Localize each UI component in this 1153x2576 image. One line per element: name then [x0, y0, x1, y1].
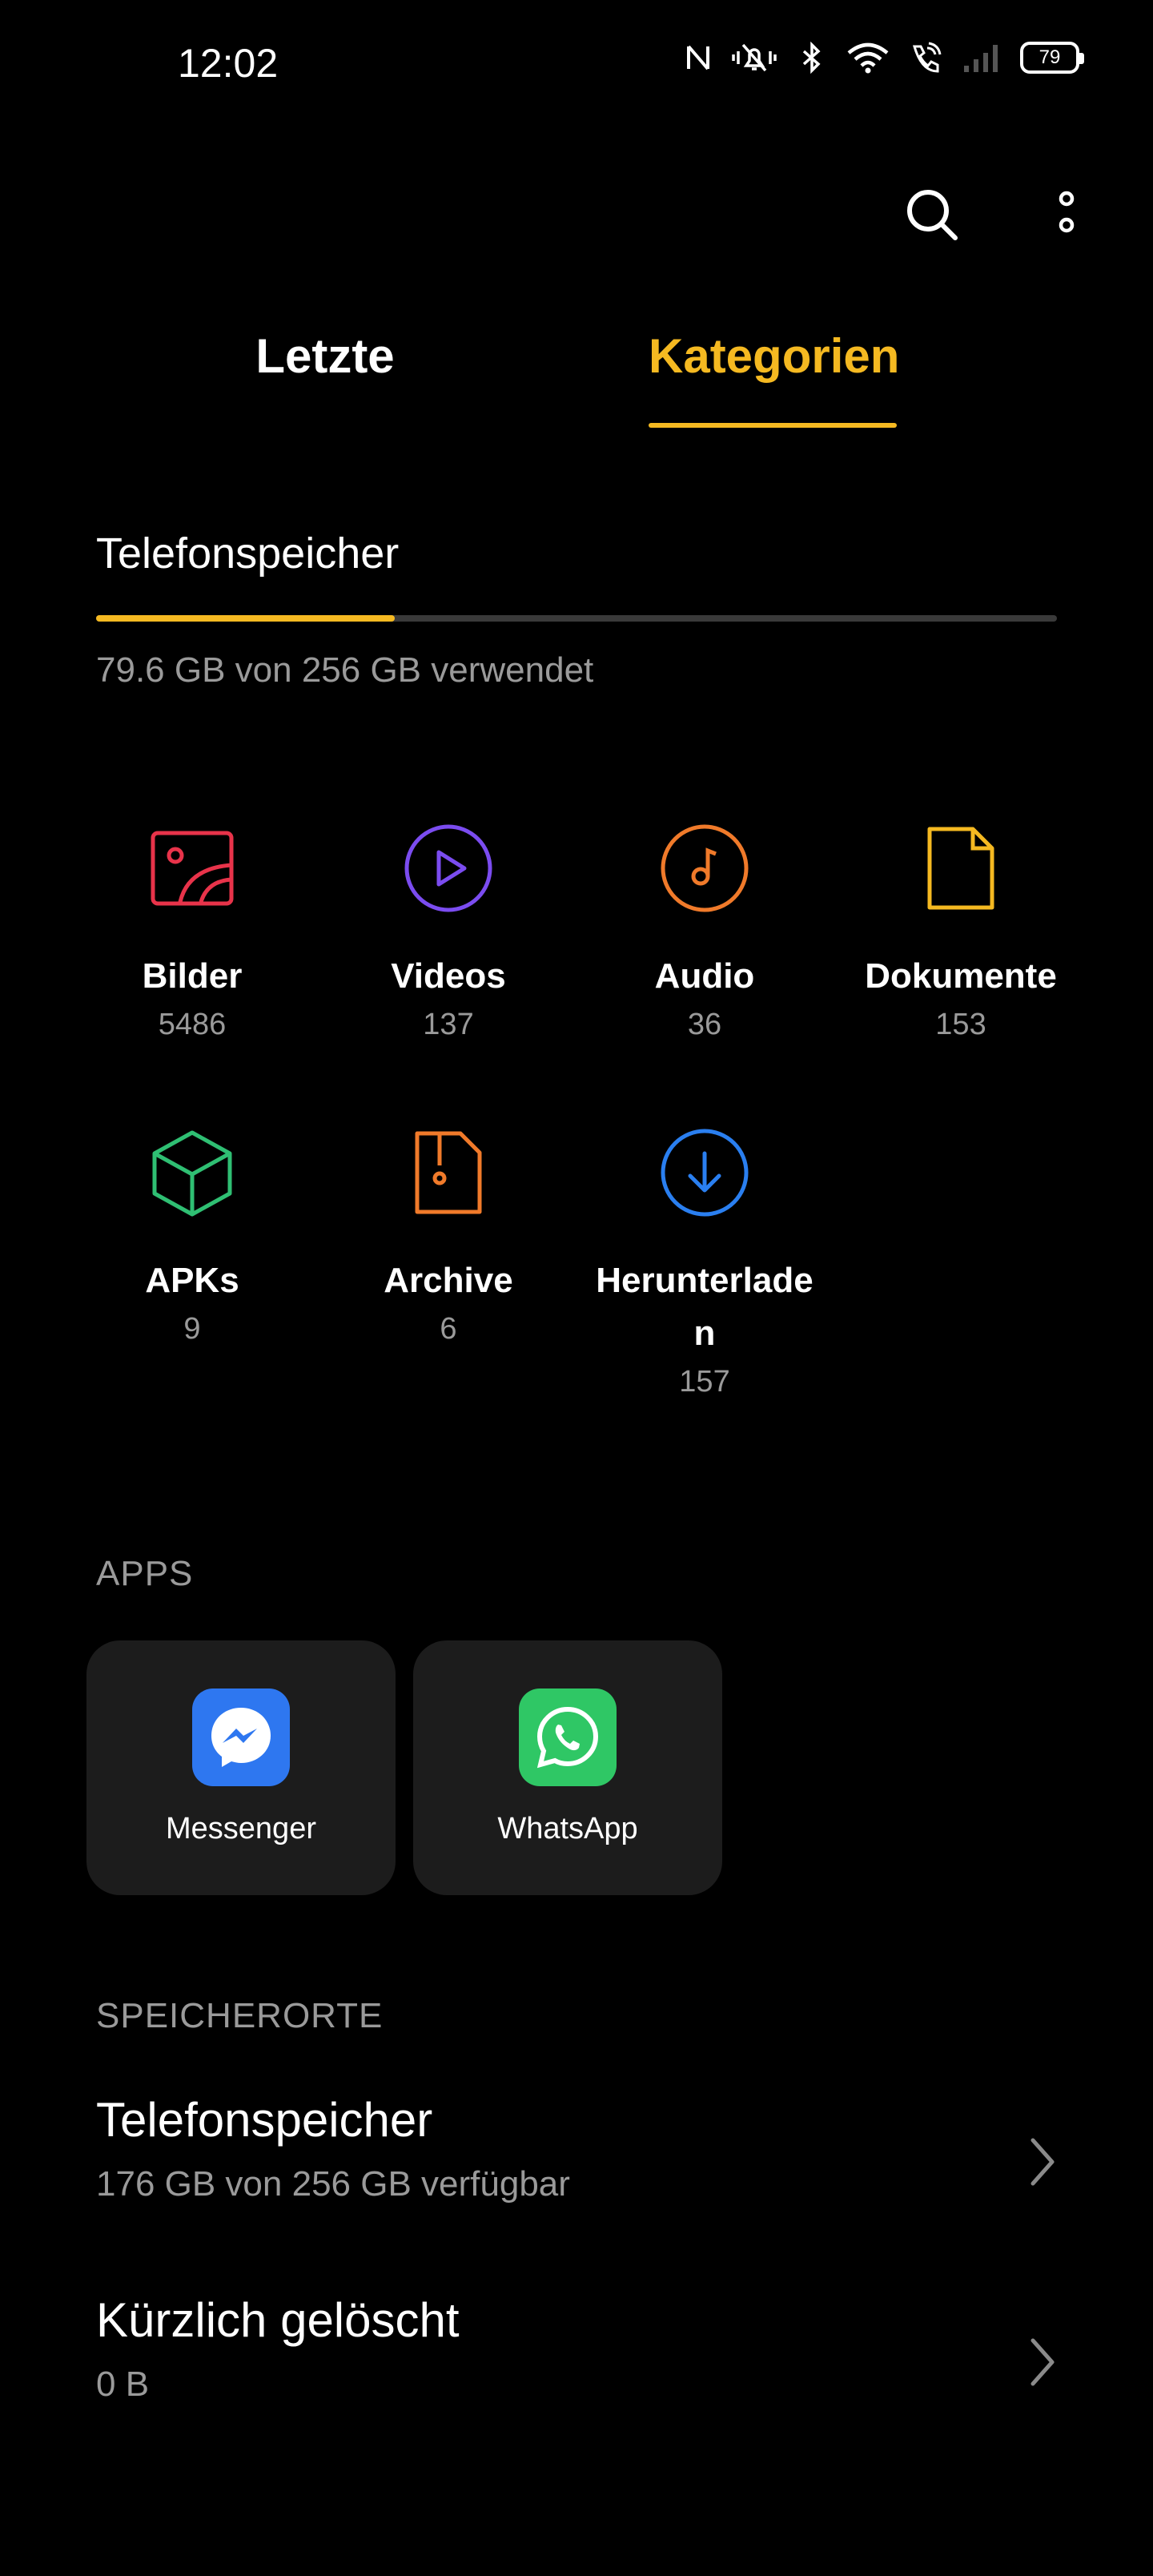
status-icons: 79 [684, 42, 1084, 74]
category-count: 36 [687, 1008, 722, 1041]
download-circle-icon [657, 1125, 753, 1221]
location-phone-storage[interactable]: Telefonspeicher 176 GB von 256 GB verfüg… [0, 2067, 1153, 2259]
music-note-icon [657, 820, 753, 916]
category-count: 5486 [158, 1008, 227, 1041]
search-button[interactable] [900, 183, 964, 247]
category-label: Archive [384, 1261, 513, 1300]
tab-recent[interactable]: Letzte [255, 328, 396, 384]
location-recently-deleted[interactable]: Kürzlich gelöscht 0 B [0, 2268, 1153, 2461]
category-documents[interactable]: Dokumente 153 [841, 820, 1081, 1042]
app-card-messenger[interactable]: Messenger [86, 1640, 396, 1895]
category-count: 137 [423, 1008, 474, 1041]
chevron-right-icon [1030, 2138, 1055, 2186]
whatsapp-icon [519, 1688, 617, 1786]
document-icon [913, 820, 1009, 916]
category-count: 157 [679, 1365, 730, 1399]
category-label: Bilder [142, 956, 243, 996]
image-icon [144, 820, 240, 916]
package-cube-icon [144, 1125, 240, 1221]
archive-file-icon [400, 1125, 496, 1221]
category-archives[interactable]: Archive 6 [328, 1125, 568, 1346]
storage-title: Telefonspeicher [96, 529, 400, 578]
vibrate-mute-icon [732, 43, 777, 72]
wifi-icon [847, 42, 889, 74]
chevron-right-icon [1030, 2338, 1055, 2386]
category-label: APKs [145, 1261, 239, 1300]
category-apks[interactable]: APKs 9 [72, 1125, 312, 1346]
more-vertical-icon [1059, 191, 1075, 233]
bluetooth-icon [802, 42, 821, 74]
category-label: Dokumente [865, 956, 1057, 996]
status-time: 12:02 [178, 41, 279, 86]
locations-section-title: SPEICHERORTE [96, 1996, 384, 2035]
tab-categories[interactable]: Kategorien [649, 328, 899, 384]
apps-section-title: APPS [96, 1554, 194, 1593]
messenger-icon [192, 1688, 290, 1786]
location-title: Kürzlich gelöscht [96, 2293, 460, 2347]
storage-bar-fill [96, 615, 396, 622]
app-label: Messenger [166, 1812, 316, 1845]
active-tab-indicator [649, 423, 897, 428]
category-audio[interactable]: Audio 36 [585, 820, 825, 1042]
category-downloads[interactable]: Herunterlade n 157 [585, 1125, 825, 1399]
category-count: 6 [440, 1312, 457, 1346]
storage-used-text: 79.6 GB von 256 GB verwendet [96, 650, 594, 690]
category-images[interactable]: Bilder 5486 [72, 820, 312, 1042]
wifi-call-icon [913, 42, 942, 73]
location-subtitle: 0 B [96, 2365, 150, 2404]
category-label: Herunterlade n [596, 1261, 814, 1353]
signal-icon [964, 45, 998, 72]
play-circle-icon [400, 820, 496, 916]
app-card-whatsapp[interactable]: WhatsApp [413, 1640, 722, 1895]
category-label: Videos [391, 956, 506, 996]
battery-icon: 79 [1020, 42, 1084, 74]
category-count: 153 [935, 1008, 986, 1041]
search-icon [907, 190, 958, 240]
category-label: Audio [654, 956, 755, 996]
more-options-button[interactable] [1034, 183, 1099, 247]
location-title: Telefonspeicher [96, 2093, 433, 2147]
nfc-icon [687, 45, 709, 70]
app-label: WhatsApp [497, 1812, 638, 1845]
location-subtitle: 176 GB von 256 GB verfügbar [96, 2164, 570, 2204]
category-count: 9 [183, 1312, 201, 1346]
category-videos[interactable]: Videos 137 [328, 820, 568, 1042]
